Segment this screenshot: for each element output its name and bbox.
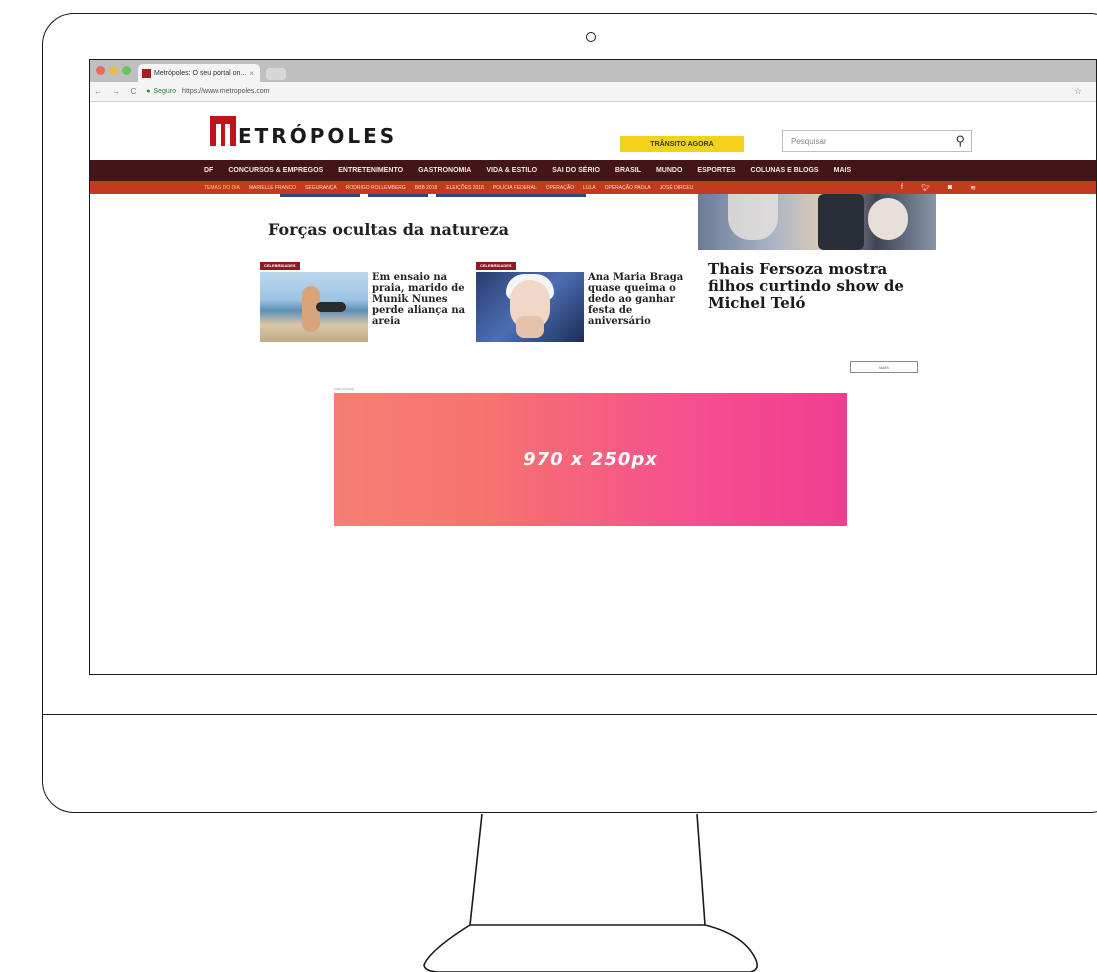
topics-label: TEMAS DO DIA (204, 184, 240, 191)
news-headline[interactable]: Ana Maria Braga quase queima o dedo ao g… (588, 272, 684, 327)
search-input[interactable]: Pesquisar ⚲ (782, 130, 972, 152)
nav-item[interactable]: MUNDO (656, 167, 682, 174)
secure-label: Seguro (153, 88, 177, 95)
new-tab-button[interactable] (266, 68, 286, 80)
nav-item[interactable]: ENTRETENIMENTO (338, 167, 403, 174)
facebook-icon[interactable]: f (901, 184, 903, 192)
address-bar: ← → C ● Seguro https://www.metropoles.co… (90, 82, 1096, 102)
nav-item[interactable]: GASTRONOMIA (418, 167, 471, 174)
news-headline[interactable]: Em ensaio na praia, marido de Munik Nune… (372, 272, 468, 327)
news-thumbnail[interactable] (260, 272, 368, 342)
topic-item[interactable]: MARIELLE FRANCO (249, 185, 296, 191)
section-title[interactable]: Forças ocultas da natureza (268, 220, 509, 239)
featured-image[interactable] (698, 194, 936, 250)
category-tag[interactable]: CELEBRIDADES (476, 262, 516, 270)
nav-item[interactable]: ESPORTES (697, 167, 735, 174)
nav-item[interactable]: VIDA & ESTILO (486, 167, 537, 174)
topics-nav: TEMAS DO DIA MARIELLE FRANCO SEGURANÇA R… (90, 181, 1096, 194)
favicon-icon (142, 68, 151, 78)
scrolled-content-edge (280, 194, 586, 197)
topic-item[interactable]: LULA (583, 185, 596, 191)
nav-item[interactable]: COLUNAS E BLOGS (751, 167, 819, 174)
topic-item[interactable]: OPERAÇÃO PAOLA (605, 185, 651, 191)
logo-text: ETRÓPOLES (238, 124, 398, 148)
search-icon[interactable]: ⚲ (955, 133, 965, 149)
bookmark-star-icon[interactable]: ☆ (1074, 86, 1082, 97)
news-card[interactable]: CELEBRIDADES Em ensaio na praia, marido … (260, 262, 470, 344)
site-header: ETRÓPOLES TRÂNSITO AGORA Pesquisar ⚲ (90, 102, 1096, 160)
topic-item[interactable]: BBB 2018 (415, 185, 438, 191)
news-thumbnail[interactable] (476, 272, 584, 342)
nav-item[interactable]: CONCURSOS & EMPREGOS (228, 167, 323, 174)
featured-headline[interactable]: Thais Fersoza mostra filhos curtindo sho… (708, 261, 918, 312)
minimize-window-icon[interactable] (109, 66, 118, 75)
traffic-now-button[interactable]: TRÂNSITO AGORA (620, 136, 744, 152)
topic-item[interactable]: RODRIGO ROLLEMBERG (346, 185, 406, 191)
tab-title: Metrópoles: O seu portal on... (154, 69, 247, 77)
window-controls (96, 66, 131, 75)
search-placeholder: Pesquisar (791, 136, 827, 146)
instagram-icon[interactable]: ◙ (948, 184, 952, 192)
nav-buttons[interactable]: ← → C (94, 87, 140, 96)
ad-banner[interactable]: 970 x 250px (334, 393, 847, 526)
topic-item[interactable]: SEGURANÇA (305, 185, 337, 191)
screen: Metrópoles: O seu portal on... × ← → C ●… (89, 59, 1097, 675)
rss-icon[interactable]: ≋ (970, 184, 976, 192)
twitter-icon[interactable]: 🐦︎ (921, 184, 930, 192)
tab-close-icon[interactable]: × (249, 69, 254, 78)
maximize-window-icon[interactable] (122, 66, 131, 75)
browser-tab[interactable]: Metrópoles: O seu portal on... × (138, 64, 260, 82)
browser-tabbar: Metrópoles: O seu portal on... × (90, 60, 1096, 82)
ad-label: PUBLICIDADE (334, 387, 355, 391)
site-logo[interactable]: ETRÓPOLES (210, 116, 397, 146)
lock-icon: ● (146, 88, 151, 95)
news-card[interactable]: CELEBRIDADES Ana Maria Braga quase queim… (476, 262, 686, 344)
category-tag[interactable]: CELEBRIDADES (260, 262, 300, 270)
logo-m-icon (210, 116, 236, 146)
nav-item[interactable]: SAI DO SÉRIO (552, 167, 600, 174)
more-button[interactable]: MAIS (850, 361, 918, 373)
topic-item[interactable]: ELEIÇÕES 2018 (446, 185, 484, 191)
social-links: f 🐦︎ ◙ ≋ (901, 184, 976, 192)
topic-item[interactable]: POLÍCIA FEDERAL (493, 185, 537, 191)
nav-item[interactable]: MAIS (834, 167, 852, 174)
url-field[interactable]: https://www.metropoles.com (182, 88, 270, 95)
main-nav: DF CONCURSOS & EMPREGOS ENTRETENIMENTO G… (90, 160, 1096, 181)
nav-item[interactable]: DF (204, 167, 213, 174)
close-window-icon[interactable] (96, 66, 105, 75)
ad-size-text: 970 x 250px (523, 449, 658, 470)
topic-item[interactable]: OPERAÇÃO (546, 185, 574, 191)
nav-item[interactable]: BRASIL (615, 167, 641, 174)
topic-item[interactable]: JOSÉ DIRCEU (660, 185, 694, 191)
